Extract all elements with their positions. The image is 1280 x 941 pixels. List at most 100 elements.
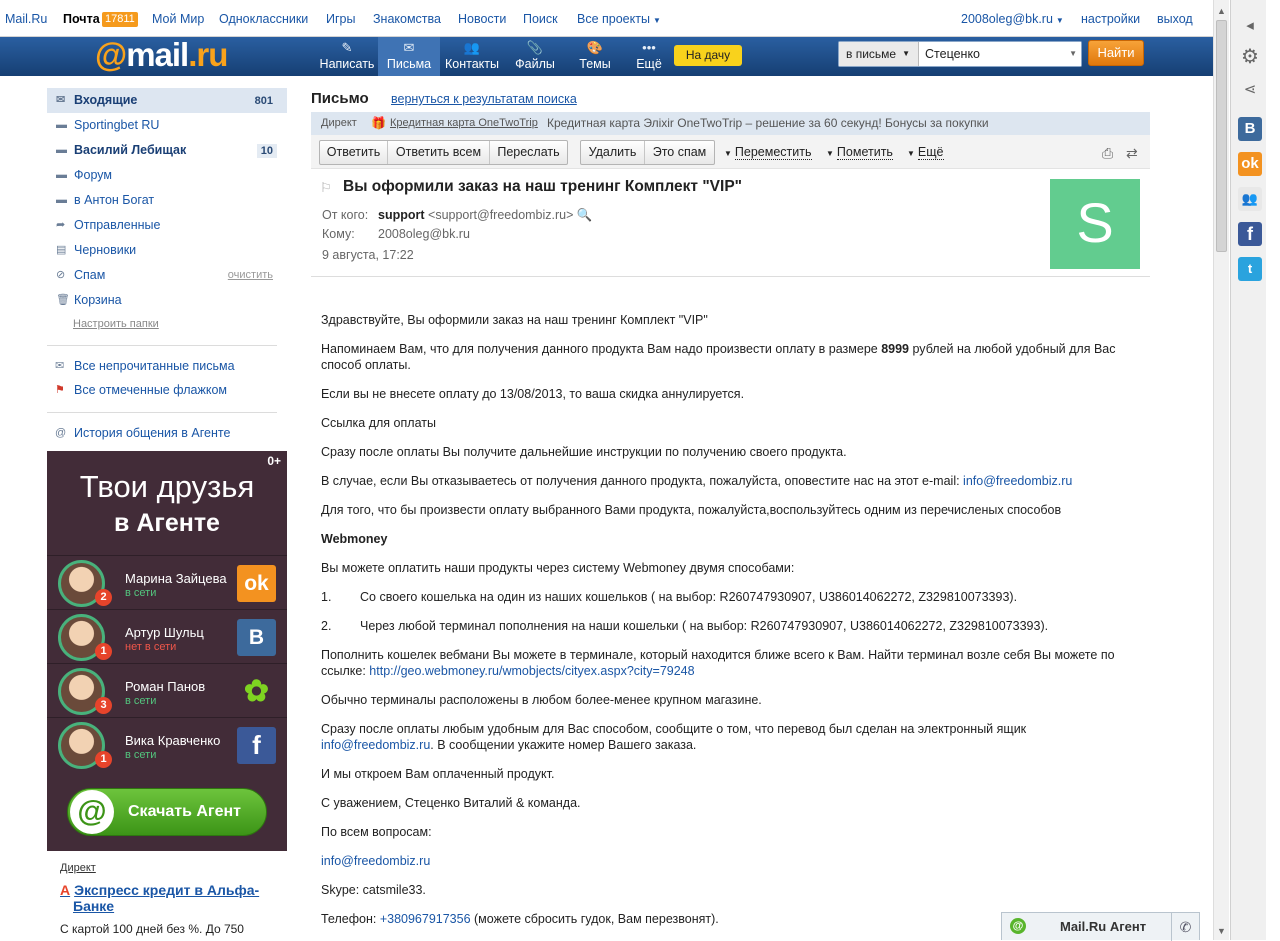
- topnav-mail[interactable]: Почта: [63, 12, 100, 26]
- folder-anton[interactable]: ▬ в Антон Богат: [47, 188, 287, 213]
- body-paragraph: И мы откроем Вам оплаченный продукт.: [321, 767, 555, 781]
- folder-inbox[interactable]: ✉ Входящие 801: [47, 88, 287, 113]
- phone-icon[interactable]: ✆: [1171, 913, 1199, 941]
- letters-button[interactable]: ✉ Письма: [378, 37, 440, 76]
- recipient-email: 2008oleg@bk.ru: [378, 227, 470, 241]
- body-paragraph: С уважением, Стеценко Виталий & команда.: [321, 796, 581, 810]
- email-link[interactable]: info@freedombiz.ru: [321, 854, 430, 868]
- account-menu[interactable]: 2008oleg@bk.ru ▼: [961, 12, 1064, 26]
- folder-sent[interactable]: ➦ Отправленные: [47, 213, 287, 238]
- ad-strip-link[interactable]: Кредитная карта OneTwoTrip: [390, 112, 538, 135]
- more-dropdown[interactable]: ▼ Ещё: [907, 145, 944, 161]
- mail-unread-badge[interactable]: 17811: [102, 12, 138, 27]
- collapse-panel-icon[interactable]: ◂: [1238, 14, 1262, 38]
- phone-link[interactable]: +380967917356: [380, 912, 474, 926]
- spam-button[interactable]: Это спам: [645, 141, 714, 164]
- folder-label: Черновики: [74, 243, 137, 257]
- body-paragraph: По всем вопросам:: [321, 825, 432, 839]
- direct-ad-label[interactable]: Директ: [60, 862, 280, 874]
- email-link[interactable]: info@freedombiz.ru: [963, 474, 1072, 488]
- topnav-games[interactable]: Игры: [326, 12, 355, 26]
- mailru-logo[interactable]: @mail.ru: [95, 36, 228, 76]
- logout-link[interactable]: выход: [1157, 12, 1193, 26]
- email-link[interactable]: info@freedombiz.ru: [321, 738, 430, 752]
- themes-button[interactable]: 🎨 Темы: [564, 37, 626, 76]
- topnav-all-projects[interactable]: Все проекты ▼: [577, 12, 661, 26]
- agent-history-link[interactable]: @ История общения в Агенте: [47, 421, 287, 445]
- back-to-results-link[interactable]: вернуться к результатам поиска: [391, 92, 577, 106]
- friend-item[interactable]: 2 Марина Зайцева в сети ok: [47, 555, 287, 609]
- friend-item[interactable]: 1 Артур Шульц нет в сети B: [47, 609, 287, 663]
- divider: [311, 276, 1150, 277]
- search-input[interactable]: [919, 42, 1081, 66]
- topnav-odnoklassniki[interactable]: Одноклассники: [219, 12, 308, 26]
- folder-drafts[interactable]: ▤ Черновики: [47, 238, 287, 263]
- folder-vasiliy[interactable]: ▬ Василий Лебищак 10: [47, 138, 287, 163]
- mark-dropdown[interactable]: ▼ Пометить: [826, 145, 893, 161]
- all-unread-link[interactable]: ✉ Все непрочитанные письма: [47, 354, 287, 378]
- page-scrollbar[interactable]: ▲ ▼: [1213, 0, 1229, 940]
- delete-button[interactable]: Удалить: [581, 141, 645, 164]
- message-date: 9 августа, 17:22: [322, 248, 414, 262]
- reply-button[interactable]: Ответить: [320, 141, 388, 164]
- agent-contacts-icon[interactable]: 👥: [1238, 187, 1262, 211]
- translate-icon[interactable]: ⇄: [1126, 145, 1138, 162]
- topnav-dating[interactable]: Знакомства: [373, 12, 441, 26]
- topnav-mailru[interactable]: Mail.Ru: [5, 12, 47, 26]
- clean-spam-link[interactable]: очистить: [228, 263, 273, 288]
- friend-item[interactable]: 1 Вика Кравченко в сети f: [47, 717, 287, 771]
- gear-icon[interactable]: ⚙: [1238, 45, 1262, 69]
- odnoklassniki-icon[interactable]: ok: [1238, 152, 1262, 176]
- direct-ad-strip[interactable]: Директ 🎁 Кредитная карта OneTwoTrip Кред…: [311, 112, 1150, 135]
- scroll-up-icon[interactable]: ▲: [1217, 6, 1226, 16]
- facebook-icon[interactable]: f: [1238, 222, 1262, 246]
- more-icon: •••: [642, 40, 656, 55]
- vkontakte-icon[interactable]: B: [1238, 117, 1262, 141]
- folder-label: Корзина: [74, 293, 122, 307]
- from-label: От кого:: [322, 208, 369, 222]
- folder-spam[interactable]: ⊘ Спам очистить: [47, 263, 287, 288]
- twitter-icon[interactable]: t: [1238, 257, 1262, 281]
- phone-note: (можете сбросить гудок, Вам перезвонят).: [474, 912, 719, 926]
- compose-button[interactable]: ✎ Написать: [316, 37, 378, 76]
- download-agent-button[interactable]: @ Скачать Агент: [67, 788, 267, 836]
- more-button[interactable]: ••• Ещё: [618, 37, 680, 76]
- search-icon[interactable]: 🔍: [577, 208, 593, 222]
- logo-ru: .ru: [188, 36, 228, 73]
- mailru-agent-bar[interactable]: @ Mail.Ru Агент ✆: [1001, 912, 1200, 941]
- topnav-my-world[interactable]: Мой Мир: [152, 12, 204, 26]
- search-button[interactable]: Найти: [1088, 40, 1144, 66]
- move-dropdown[interactable]: ▼ Переместить: [724, 145, 812, 161]
- forward-button[interactable]: Переслать: [490, 141, 567, 164]
- agent-promo-banner[interactable]: 0+ Твои друзья в Агенте 2 Марина Зайцева…: [47, 451, 287, 851]
- scroll-thumb[interactable]: [1216, 20, 1227, 252]
- friend-item[interactable]: 3 Роман Панов в сети ✿: [47, 663, 287, 717]
- print-icon[interactable]: ⎙: [1102, 145, 1113, 162]
- search-box: в письме ▼ ▼: [838, 41, 1082, 67]
- topnav-search[interactable]: Поиск: [523, 12, 558, 26]
- geo-link[interactable]: http://geo.webmoney.ru/wmobjects/cityex.…: [369, 664, 694, 678]
- alfabank-logo-icon: A: [60, 882, 71, 898]
- sender[interactable]: support <support@freedombiz.ru> 🔍: [378, 208, 592, 223]
- topnav-news[interactable]: Новости: [458, 12, 506, 26]
- flag-icon[interactable]: ⚐: [320, 180, 332, 196]
- folder-label: Sportingbet RU: [74, 118, 160, 132]
- direct-ad-title-link[interactable]: A Экспресс кредит в Альфа-Банке: [60, 882, 280, 914]
- scroll-down-icon[interactable]: ▼: [1217, 926, 1226, 936]
- search-history-icon[interactable]: ▼: [1069, 42, 1077, 66]
- reply-all-button[interactable]: Ответить всем: [388, 141, 490, 164]
- files-button[interactable]: 📎 Файлы: [504, 37, 566, 76]
- direct-ad-text: С картой 100 дней без %. До 750: [60, 922, 244, 936]
- all-flagged-link[interactable]: ⚑ Все отмеченные флажком: [47, 378, 287, 402]
- share-icon[interactable]: ⋖: [1238, 78, 1262, 102]
- folder-sportingbet[interactable]: ▬ Sportingbet RU: [47, 113, 287, 138]
- contacts-button[interactable]: 👥 Контакты: [441, 37, 503, 76]
- settings-link[interactable]: настройки: [1081, 12, 1140, 26]
- promo-button[interactable]: На дачу: [674, 45, 742, 66]
- folder-forum[interactable]: ▬ Форум: [47, 163, 287, 188]
- search-scope-select[interactable]: в письме ▼: [839, 42, 919, 66]
- setup-folders-link[interactable]: Настроить папки: [47, 313, 287, 335]
- message-count-badge: 2: [95, 589, 112, 606]
- folder-trash[interactable]: 🗑 Корзина: [47, 288, 287, 313]
- chevron-down-icon: ▼: [652, 16, 661, 25]
